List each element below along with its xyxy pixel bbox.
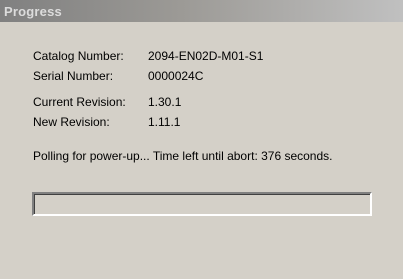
new-revision-value: 1.11.1 <box>148 115 181 129</box>
title-bar[interactable]: Progress <box>0 0 403 22</box>
window-title: Progress <box>4 4 62 19</box>
catalog-number-value: 2094-EN02D-M01-S1 <box>148 49 264 63</box>
new-revision-label: New Revision: <box>33 115 110 129</box>
serial-number-value: 0000024C <box>148 69 204 83</box>
progress-bar <box>32 192 372 216</box>
progress-dialog: Progress Catalog Number: 2094-EN02D-M01-… <box>0 0 404 279</box>
current-revision-value: 1.30.1 <box>148 95 182 109</box>
status-message: Polling for power-up... Time left until … <box>33 149 333 163</box>
serial-number-label: Serial Number: <box>33 69 114 83</box>
current-revision-label: Current Revision: <box>33 95 126 109</box>
catalog-number-label: Catalog Number: <box>33 49 124 63</box>
